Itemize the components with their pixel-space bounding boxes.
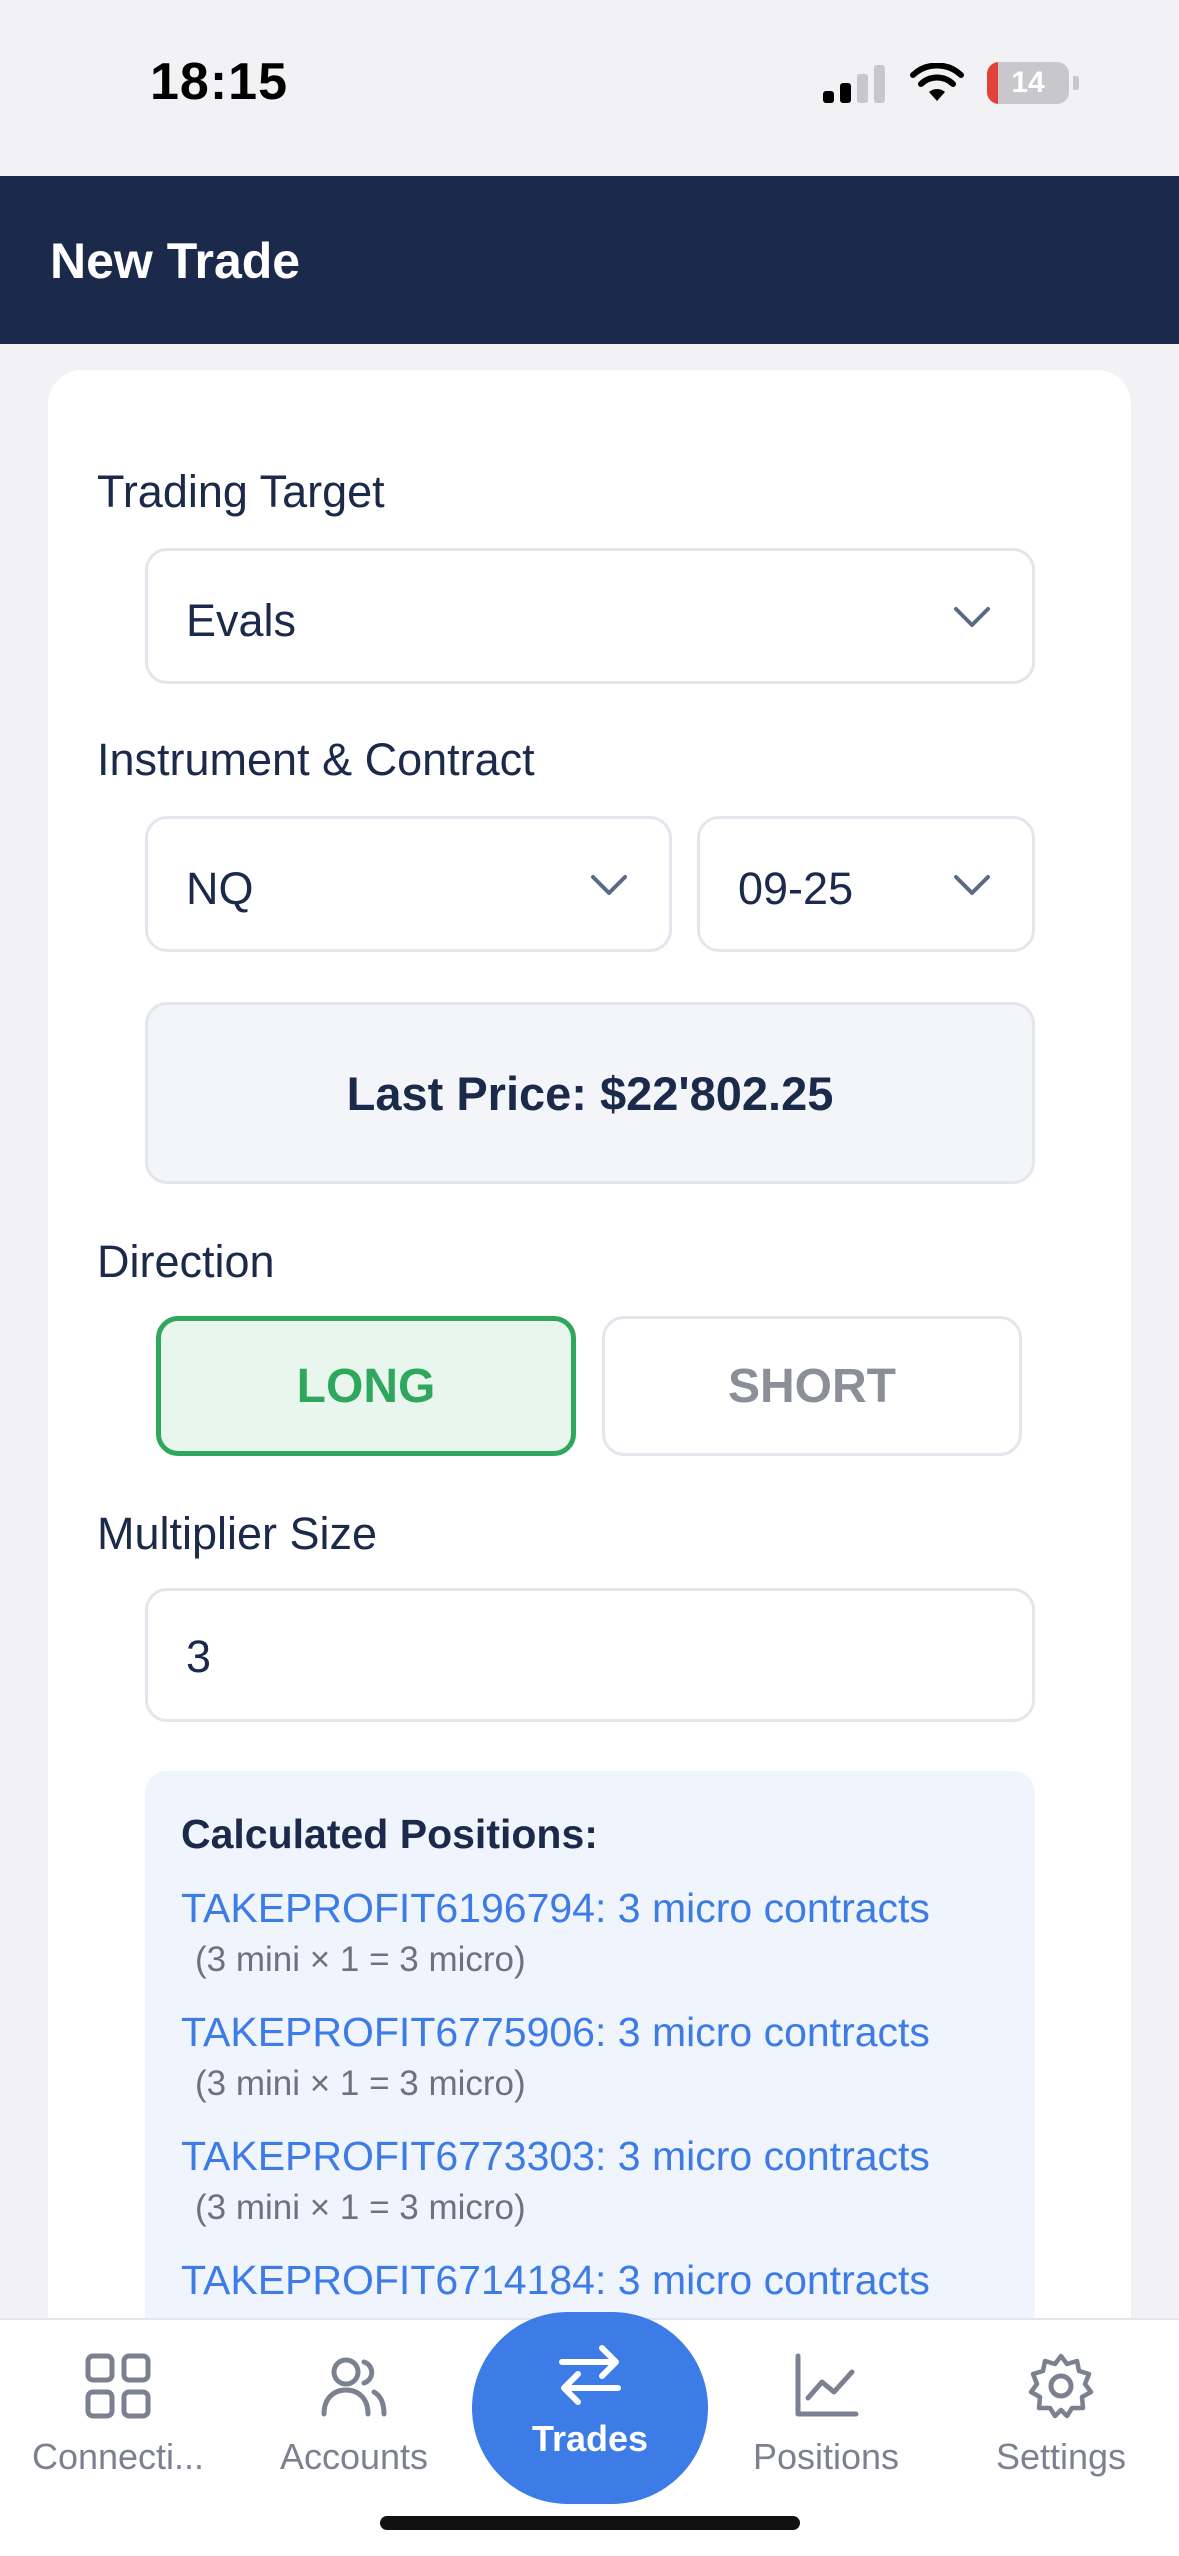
- line-chart-icon: [795, 2353, 859, 2417]
- tab-accounts[interactable]: Accounts: [236, 2350, 472, 2478]
- position-account-line: TAKEPROFIT6773303: 3 micro contracts: [181, 2133, 930, 2179]
- contract-value: 09-25: [738, 863, 854, 914]
- position-calculation-line: (3 mini × 1 = 3 micro): [195, 1940, 526, 1979]
- swap-arrows-icon: [559, 2345, 621, 2405]
- status-time: 18:15: [150, 53, 288, 111]
- status-icons: 14: [823, 62, 1079, 104]
- chevron-down-icon: [591, 875, 627, 895]
- page-title: New Trade: [50, 233, 301, 289]
- list-item: TAKEPROFIT6775906: 3 micro contracts (3 …: [181, 2009, 930, 2104]
- last-price-box: Last Price: $22'802.25: [145, 1002, 1035, 1184]
- multiplier-size-input[interactable]: 3: [145, 1588, 1035, 1722]
- cellular-signal-icon: [823, 65, 885, 103]
- tab-trades-label: Trades: [531, 2418, 649, 2459]
- users-icon: [321, 2357, 387, 2417]
- app-header: New Trade: [0, 176, 1179, 344]
- list-item: TAKEPROFIT6714184: 3 micro contracts: [181, 2257, 930, 2304]
- position-account-line: TAKEPROFIT6775906: 3 micro contracts: [181, 2009, 930, 2055]
- multiplier-size-value: 3: [186, 1631, 212, 1682]
- multiplier-size-label: Multiplier Size: [97, 1508, 378, 1559]
- position-account-line: TAKEPROFIT6196794: 3 micro contracts: [181, 1885, 930, 1931]
- chevron-down-icon: [954, 607, 990, 627]
- list-item: TAKEPROFIT6773303: 3 micro contracts (3 …: [181, 2133, 930, 2228]
- tab-accounts-label: Accounts: [279, 2436, 429, 2477]
- chevron-down-icon: [954, 875, 990, 895]
- status-bar: 18:15 14: [0, 0, 1179, 176]
- calculated-positions-title: Calculated Positions:: [181, 1811, 598, 1857]
- short-button[interactable]: SHORT: [602, 1316, 1022, 1456]
- tab-positions[interactable]: Positions: [708, 2350, 944, 2478]
- trading-target-value: Evals: [186, 595, 297, 646]
- tab-settings-label: Settings: [995, 2436, 1127, 2477]
- direction-label: Direction: [97, 1236, 275, 1287]
- wifi-icon: [910, 63, 964, 101]
- position-account-line: TAKEPROFIT6714184: 3 micro contracts: [181, 2257, 930, 2303]
- last-price-text: Last Price: $22'802.25: [346, 1066, 834, 1120]
- position-calculation-line: (3 mini × 1 = 3 micro): [195, 2188, 526, 2227]
- battery-icon: 14: [987, 62, 1069, 104]
- grid-icon: [85, 2353, 151, 2419]
- battery-level: 14: [1011, 66, 1045, 99]
- instrument-select[interactable]: NQ: [145, 816, 672, 952]
- long-button[interactable]: LONG: [156, 1316, 576, 1456]
- position-calculation-line: (3 mini × 1 = 3 micro): [195, 2064, 526, 2103]
- trading-target-select[interactable]: Evals: [145, 548, 1035, 684]
- tab-connections[interactable]: Connecti...: [0, 2350, 236, 2478]
- tab-positions-label: Positions: [752, 2436, 900, 2477]
- tab-settings[interactable]: Settings: [943, 2350, 1179, 2478]
- list-item: TAKEPROFIT6196794: 3 micro contracts (3 …: [181, 1885, 930, 1980]
- tab-trades[interactable]: Trades: [472, 2312, 708, 2504]
- trading-target-label: Trading Target: [97, 466, 385, 517]
- home-indicator: [380, 2516, 800, 2530]
- contract-select[interactable]: 09-25: [697, 816, 1035, 952]
- instrument-contract-label: Instrument & Contract: [97, 734, 535, 785]
- instrument-value: NQ: [186, 863, 254, 914]
- gear-icon: [1028, 2353, 1094, 2419]
- tab-connections-label: Connecti...: [31, 2436, 205, 2477]
